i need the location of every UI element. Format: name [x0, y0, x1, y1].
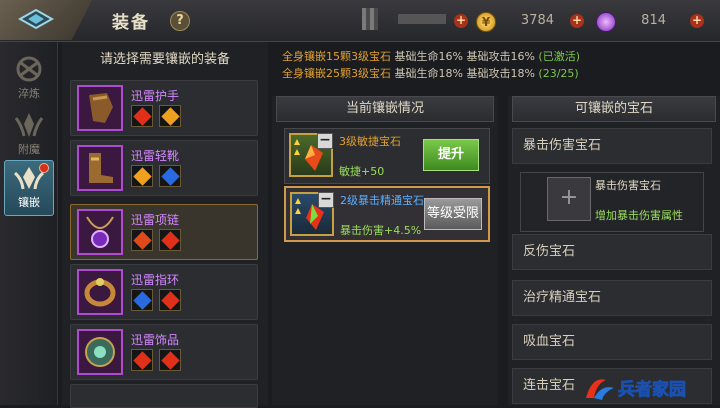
current-inlay-panel: 当前镶嵌情况 − 3级敏捷宝石 敏捷+50 提升 − 2级暴击精通宝石 暴击伤害… — [272, 96, 498, 405]
available-gems-heading: 可镶嵌的宝石 — [512, 96, 716, 122]
add-diamond-button[interactable]: + — [690, 14, 704, 28]
gem-stat: 敏捷+50 — [339, 165, 385, 178]
enchant-icon — [14, 113, 44, 137]
inlaid-gem-slot-selected[interactable]: − 2级暴击精通宝石 暴击伤害+4.5% 等级受限 — [284, 186, 490, 242]
back-button[interactable] — [0, 0, 92, 40]
gem-slot — [159, 229, 181, 251]
diamond-amount: 814 — [641, 13, 666, 28]
available-gems-panel: 可镶嵌的宝石 暴击伤害宝石 + 暴击伤害宝石 增加暴击伤害属性 反伤宝石 治疗精… — [508, 96, 720, 405]
equipment-item[interactable] — [70, 384, 258, 408]
bonus-status: (23/25) — [534, 67, 579, 80]
bonus-effect: 基础生命18% 基础攻击18% — [391, 67, 535, 80]
gem-option[interactable]: 反伤宝石 — [512, 234, 712, 270]
boots-icon — [77, 145, 123, 191]
gem-option-name: 暴击伤害宝石 — [595, 179, 661, 192]
equipment-item[interactable]: 迅雷护手 — [70, 80, 258, 136]
add-gold-button[interactable]: + — [570, 14, 584, 28]
ornament-icon — [77, 329, 123, 375]
current-inlay-heading: 当前镶嵌情况 — [276, 96, 494, 122]
gem-slot — [159, 289, 181, 311]
gem-slot — [159, 349, 181, 371]
gem-slot — [131, 105, 153, 127]
necklace-icon — [77, 209, 123, 255]
bonus-status: (已激活) — [534, 50, 580, 63]
tab-refine[interactable]: 淬炼 — [4, 52, 54, 108]
set-bonus-line-1: 全身镶嵌15颗3级宝石 基础生命16% 基础攻击16% (已激活) — [282, 48, 580, 65]
tab-enchant-label: 附魔 — [18, 143, 40, 156]
tab-inlay-label: 镶嵌 — [18, 196, 40, 209]
equipment-name: 迅雷护手 — [131, 89, 180, 103]
gem-option[interactable]: 治疗精通宝石 — [512, 280, 712, 316]
blurred-avatar — [362, 8, 378, 30]
tab-inlay[interactable]: 镶嵌 — [4, 160, 54, 216]
upgrade-button[interactable]: 提升 — [423, 139, 479, 171]
gem-option-detail[interactable]: + 暴击伤害宝石 增加暴击伤害属性 — [520, 172, 704, 232]
tab-enchant[interactable]: 附魔 — [4, 108, 54, 164]
bonus-requirement: 全身镶嵌15颗3级宝石 — [282, 50, 391, 63]
diamond-icon — [596, 12, 616, 32]
ring-icon — [77, 269, 123, 315]
gem-option[interactable]: 暴击伤害宝石 — [512, 128, 712, 164]
equipment-item[interactable]: 迅雷指环 — [70, 264, 258, 320]
bonus-effect: 基础生命16% 基础攻击16% — [391, 50, 535, 63]
gauntlet-icon — [77, 85, 123, 131]
gem-option-desc: 增加暴击伤害属性 — [595, 209, 683, 222]
equipment-name: 迅雷项链 — [131, 213, 180, 227]
svg-text:兵者家园: 兵者家园 — [618, 379, 686, 400]
refine-icon — [16, 56, 42, 82]
page-title: 装备 — [112, 13, 150, 33]
equipment-name: 迅雷轻靴 — [131, 149, 180, 163]
equipment-name: 迅雷指环 — [131, 273, 180, 287]
gem-option[interactable]: 吸血宝石 — [512, 324, 712, 360]
bonus-requirement: 全身镶嵌25颗3级宝石 — [282, 67, 391, 80]
gem-slot — [159, 165, 181, 187]
gem-stat: 暴击伤害+4.5% — [340, 224, 422, 237]
gold-amount: 3784 — [520, 13, 554, 28]
help-button[interactable]: ? — [170, 11, 190, 31]
equipment-item[interactable]: 迅雷饰品 — [70, 324, 258, 380]
set-bonus-line-2: 全身镶嵌25颗3级宝石 基础生命18% 基础攻击18% (23/25) — [282, 65, 580, 82]
side-tabs: 淬炼 附魔 镶嵌 — [0, 42, 58, 405]
equipment-heading: 请选择需要镶嵌的装备 — [99, 52, 230, 67]
gold-coin-icon: ¥ — [476, 12, 496, 32]
equipment-item-selected[interactable]: 迅雷项链 — [70, 204, 258, 260]
inlaid-gem-slot[interactable]: − 3级敏捷宝石 敏捷+50 提升 — [284, 128, 490, 184]
gem-slot — [131, 229, 153, 251]
set-bonus-info: 全身镶嵌15颗3级宝石 基础生命16% 基础攻击16% (已激活) 全身镶嵌25… — [282, 48, 580, 82]
back-diamond-icon — [18, 8, 54, 30]
add-stamina-button[interactable]: + — [454, 14, 468, 28]
gem-slot — [131, 349, 153, 371]
blurred-name — [398, 14, 446, 24]
gem-name: 2级暴击精通宝石 — [340, 194, 424, 207]
top-bar: 装备 ? + ¥ 3784 + 814 + — [0, 0, 720, 42]
empty-gem-slot[interactable]: + — [547, 177, 591, 221]
remove-gem-button[interactable]: − — [317, 133, 333, 149]
gem-slot — [131, 289, 153, 311]
tab-refine-label: 淬炼 — [18, 87, 40, 100]
remove-gem-button[interactable]: − — [318, 192, 334, 208]
level-limited-button[interactable]: 等级受限 — [424, 198, 482, 230]
gem-slot — [159, 105, 181, 127]
equipment-item[interactable]: 迅雷轻靴 — [70, 140, 258, 196]
gem-name: 3级敏捷宝石 — [339, 135, 401, 148]
gem-slot — [131, 165, 153, 187]
equipment-name: 迅雷饰品 — [131, 333, 180, 347]
equipment-panel: 请选择需要镶嵌的装备 迅雷护手 迅雷轻靴 迅雷项链 迅雷指环 迅雷饰品 — [62, 42, 268, 408]
notification-dot — [39, 163, 49, 173]
watermark-logo: 兵者家园 — [586, 379, 686, 400]
